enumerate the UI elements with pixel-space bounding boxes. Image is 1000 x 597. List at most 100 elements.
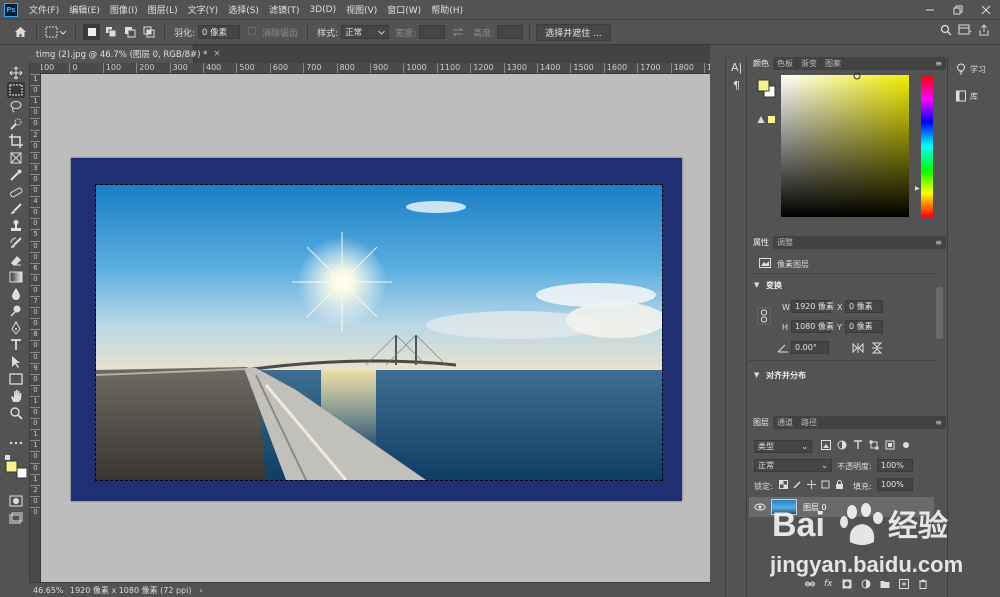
color-picker-field[interactable] (781, 72, 909, 217)
menu-3d[interactable]: 3D(D) (304, 5, 341, 15)
menu-help[interactable]: 帮助(H) (426, 3, 468, 16)
fill-field[interactable]: 100% (877, 478, 913, 491)
tab-patterns[interactable]: 图案 (821, 57, 845, 70)
menu-select[interactable]: 选择(S) (223, 3, 264, 16)
link-dimensions-button[interactable] (757, 307, 771, 325)
align-expand-icon[interactable]: ▼ (754, 371, 759, 379)
new-selection-button[interactable] (83, 24, 100, 40)
history-brush-tool[interactable] (7, 235, 25, 251)
learn-panel-button[interactable]: 学习 (952, 59, 997, 79)
close-tab-icon[interactable]: × (213, 49, 220, 59)
move-tool[interactable] (7, 65, 25, 81)
rectangular-marquee-tool[interactable] (7, 82, 25, 98)
tab-layers[interactable]: 图层 (749, 416, 773, 429)
feather-input[interactable]: 0 像素 (198, 25, 241, 39)
healing-brush-tool[interactable] (7, 184, 25, 200)
type-tool[interactable] (7, 337, 25, 353)
tab-color[interactable]: 颜色 (749, 57, 773, 70)
width-field[interactable]: 1920 像素 (791, 300, 834, 313)
menu-view[interactable]: 视图(V) (341, 3, 382, 16)
lasso-tool[interactable] (7, 99, 25, 115)
color-panel-swatches[interactable] (757, 79, 777, 99)
tab-paths[interactable]: 路径 (797, 416, 821, 429)
menu-type[interactable]: 文字(Y) (183, 3, 224, 16)
lock-position-icon[interactable] (807, 480, 816, 489)
menu-filter[interactable]: 滤镜(T) (264, 3, 305, 16)
visibility-eye-icon[interactable] (754, 502, 766, 512)
filter-pixel-icon[interactable] (821, 440, 831, 450)
brush-tool[interactable] (7, 201, 25, 217)
status-menu-arrow[interactable]: › (200, 586, 203, 595)
menu-layer[interactable]: 图层(L) (143, 3, 183, 16)
subtract-selection-button[interactable] (121, 24, 138, 40)
filter-type-icon[interactable] (853, 440, 863, 450)
panel-menu-icon[interactable]: ≡ (935, 238, 942, 247)
vertical-ruler[interactable]: 1010020030040050060070080090010011001200 (30, 74, 41, 582)
character-panel-icon[interactable]: A| (731, 61, 742, 74)
lock-artboard-icon[interactable] (821, 480, 830, 489)
minimize-button[interactable] (916, 0, 944, 19)
transform-expand-icon[interactable]: ▼ (754, 281, 759, 289)
rectangle-tool[interactable] (7, 371, 25, 387)
new-group-icon[interactable] (880, 579, 890, 589)
quick-mask-button[interactable] (7, 493, 25, 509)
lock-pixels-icon[interactable] (793, 480, 802, 489)
color-swatches[interactable] (5, 455, 28, 481)
antialias-checkbox[interactable] (248, 26, 257, 38)
eraser-tool[interactable] (7, 252, 25, 268)
tool-preset-picker[interactable] (44, 24, 68, 40)
gradient-tool[interactable] (7, 269, 25, 285)
panel-menu-icon[interactable]: ≡ (935, 418, 942, 427)
blend-mode-select[interactable]: 正常 ⌄ (754, 459, 832, 472)
filter-toggle-icon[interactable] (901, 440, 911, 450)
height-input[interactable] (497, 25, 524, 39)
height-field[interactable]: 1080 像素 (791, 320, 834, 333)
angle-field[interactable]: 0.00° (791, 341, 829, 354)
filter-shape-icon[interactable] (869, 440, 879, 450)
tab-channels[interactable]: 通道 (773, 416, 797, 429)
new-layer-icon[interactable] (898, 579, 909, 589)
menu-edit[interactable]: 编辑(E) (64, 3, 105, 16)
share-icon[interactable] (978, 24, 990, 36)
layer-filter-select[interactable]: 类型 ⌄ (754, 440, 812, 453)
paragraph-panel-icon[interactable]: ¶ (733, 79, 740, 92)
horizontal-ruler[interactable]: 1000100200300400500600700800900100011001… (41, 63, 710, 74)
filter-smart-object-icon[interactable] (885, 440, 895, 450)
frame-tool[interactable] (7, 150, 25, 166)
tab-gradients[interactable]: 渐变 (797, 57, 821, 70)
search-icon[interactable] (940, 24, 952, 36)
hue-slider[interactable] (921, 75, 933, 217)
zoom-level[interactable]: 46.65% (30, 585, 64, 595)
menu-image[interactable]: 图像(I) (105, 3, 143, 16)
crop-tool[interactable] (7, 133, 25, 149)
document-tab[interactable]: timg (2).jpg @ 46.7% (图层 0, RGB/8#) * × (30, 45, 221, 63)
select-and-mask-button[interactable]: 选择并遮住 ... (536, 23, 611, 41)
swap-dimensions-button[interactable] (449, 24, 466, 40)
x-field[interactable]: 0 像素 (845, 300, 883, 313)
menu-window[interactable]: 窗口(W) (382, 3, 426, 16)
add-selection-button[interactable] (102, 24, 119, 40)
restore-button[interactable] (944, 0, 972, 19)
style-select[interactable]: 正常 (341, 25, 390, 39)
adjustment-layer-icon[interactable] (861, 579, 871, 589)
canvas-area[interactable] (41, 74, 710, 582)
pen-tool[interactable] (7, 320, 25, 336)
link-layers-icon[interactable] (805, 579, 815, 589)
blur-tool[interactable] (7, 286, 25, 302)
panel-menu-icon[interactable]: ≡ (935, 59, 942, 68)
y-field[interactable]: 0 像素 (845, 320, 883, 333)
tab-properties[interactable]: 属性 (749, 236, 773, 249)
hand-tool[interactable] (7, 388, 25, 404)
layer-name[interactable]: 图层 0 (803, 502, 827, 513)
dodge-tool[interactable] (7, 303, 25, 319)
delete-layer-icon[interactable] (918, 579, 928, 589)
lock-all-icon[interactable] (835, 480, 844, 489)
lock-transparency-icon[interactable] (779, 480, 788, 489)
workspace-icon[interactable] (958, 24, 972, 36)
libraries-panel-button[interactable]: 库 (952, 86, 997, 106)
eyedropper-tool[interactable] (7, 167, 25, 183)
flip-horizontal-button[interactable] (852, 342, 864, 354)
zoom-tool[interactable] (7, 405, 25, 421)
tab-adjustments[interactable]: 调整 (773, 236, 797, 249)
ruler-origin[interactable] (30, 63, 41, 74)
